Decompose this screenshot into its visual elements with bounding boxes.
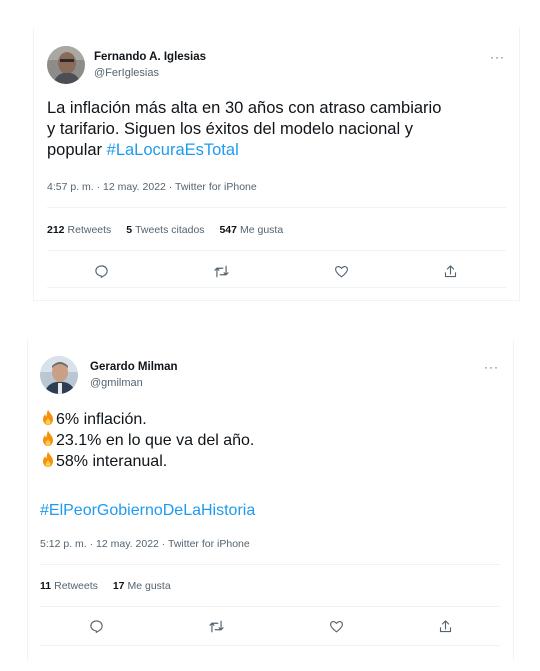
- inflation-monthly: 6% inflación.: [56, 411, 147, 428]
- reply-button[interactable]: [87, 617, 105, 635]
- tweet-text-line: 6% inflación.: [40, 409, 500, 430]
- quotes-count: 5: [126, 224, 133, 236]
- avatar[interactable]: [40, 356, 78, 394]
- retweets-stat[interactable]: 11 Retweets: [40, 580, 98, 592]
- like-button[interactable]: [332, 262, 350, 280]
- fire-icon: [43, 430, 53, 446]
- likes-label: Me gusta: [127, 580, 171, 592]
- likes-stat[interactable]: 17 Me gusta: [113, 580, 171, 592]
- author-handle[interactable]: @FerIglesias: [94, 67, 159, 79]
- hashtag-link[interactable]: #LaLocuraEsTotal: [107, 141, 239, 159]
- tweet-card[interactable]: Fernando A. Iglesias @FerIglesias ··· La…: [33, 28, 520, 301]
- reply-button[interactable]: [92, 262, 110, 280]
- likes-stat[interactable]: 547 Me gusta: [219, 224, 283, 236]
- more-options-icon[interactable]: ···: [484, 360, 499, 374]
- quotes-label: Tweets citados: [135, 224, 205, 236]
- tweet-text-line: popular #LaLocuraEsTotal: [47, 140, 517, 161]
- tweet-stats: 11 Retweets 17 Me gusta: [40, 580, 183, 592]
- reply-icon: [89, 619, 103, 633]
- reply-icon: [94, 264, 108, 278]
- tweet-text-segment: popular: [47, 141, 107, 159]
- like-icon: [329, 620, 343, 632]
- retweets-label: Retweets: [67, 224, 112, 236]
- tweet-text-line: 58% interanual.: [40, 451, 500, 472]
- author-handle[interactable]: @gmilman: [90, 377, 143, 389]
- quotes-stat[interactable]: 5 Tweets citados: [126, 224, 204, 236]
- likes-count: 17: [112, 580, 125, 592]
- like-button[interactable]: [327, 617, 345, 635]
- divider: [47, 287, 506, 288]
- tweet-text: La inflación más alta en 30 años con atr…: [47, 98, 517, 161]
- share-icon: [439, 619, 451, 632]
- likes-count: 547: [219, 224, 237, 236]
- retweets-count: 11: [40, 580, 52, 592]
- fire-icon: [43, 451, 53, 467]
- avatar[interactable]: [47, 46, 85, 84]
- retweet-button[interactable]: [212, 262, 230, 280]
- tweet-timestamp[interactable]: 4:57 p. m. · 12 may. 2022 · Twitter for …: [47, 181, 257, 193]
- retweet-icon: [213, 265, 229, 277]
- tweet-stats: 212 Retweets 5 Tweets citados 547 Me gusta: [47, 224, 295, 236]
- like-icon: [334, 265, 348, 277]
- retweet-icon: [208, 620, 224, 632]
- fire-icon: [43, 409, 53, 425]
- inflation-ytd: 23.1% en lo que va del año.: [56, 432, 255, 449]
- tweet-timestamp[interactable]: 5:12 p. m. · 12 may. 2022 · Twitter for …: [40, 538, 250, 550]
- more-options-icon[interactable]: ···: [490, 50, 505, 64]
- likes-label: Me gusta: [239, 224, 284, 236]
- retweets-stat[interactable]: 212 Retweets: [47, 224, 111, 236]
- tweet-text-line: y tarifario. Siguen los éxitos del model…: [47, 120, 413, 138]
- tweet-text-line: 23.1% en lo que va del año.: [40, 430, 500, 451]
- divider: [40, 606, 500, 607]
- share-button[interactable]: [441, 262, 459, 280]
- retweets-label: Retweets: [54, 580, 98, 592]
- share-button[interactable]: [436, 617, 454, 635]
- author-name[interactable]: Gerardo Milman: [90, 361, 178, 373]
- retweet-button[interactable]: [207, 617, 225, 635]
- divider: [47, 207, 506, 208]
- tweet-card[interactable]: Gerardo Milman @gmilman ··· 6% inflación…: [27, 340, 514, 660]
- hashtag-link[interactable]: #ElPeorGobiernoDeLaHistoria: [40, 500, 255, 521]
- divider: [47, 250, 506, 251]
- tweet-text-line: La inflación más alta en 30 años con atr…: [47, 99, 442, 117]
- divider: [40, 564, 500, 565]
- tweet-text: 6% inflación. 23.1% en lo que va del año…: [40, 409, 500, 472]
- inflation-yoy: 58% interanual.: [56, 453, 168, 470]
- divider: [40, 645, 500, 646]
- retweets-count: 212: [47, 224, 65, 236]
- author-name[interactable]: Fernando A. Iglesias: [94, 51, 206, 63]
- share-icon: [444, 264, 456, 277]
